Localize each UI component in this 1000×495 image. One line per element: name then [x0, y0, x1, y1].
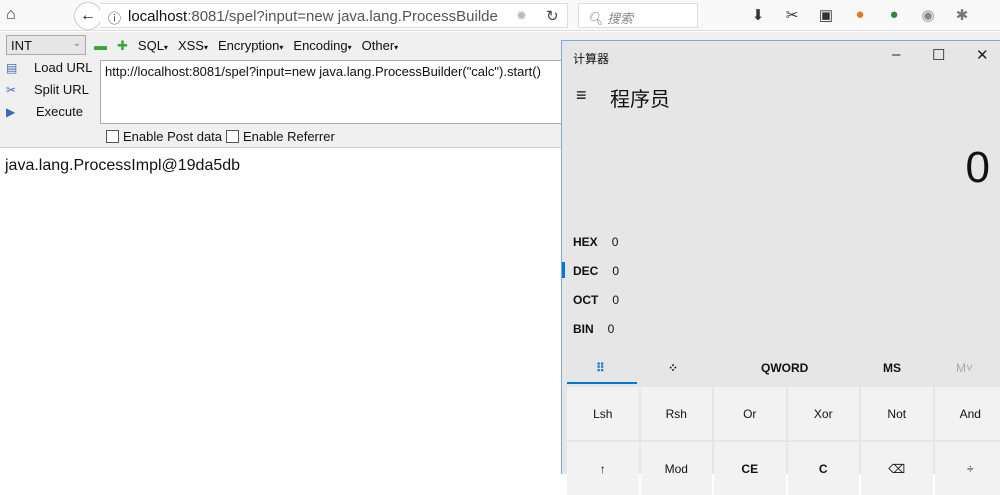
calc-key[interactable]: C: [788, 442, 860, 495]
enable-referrer-checkbox[interactable]: Enable Referrer: [226, 129, 335, 144]
close-button[interactable]: ✕: [976, 46, 989, 64]
radix-dec[interactable]: DEC0: [573, 264, 619, 278]
calculator-window: 计算器 – ☐ ✕ ≡ 程序员 0 HEX0 DEC0 OCT0 BIN0 ⠿ …: [561, 40, 1000, 474]
calc-key[interactable]: ↑: [567, 442, 639, 495]
calc-key[interactable]: ⌫: [861, 442, 933, 495]
keypad-tab-icon[interactable]: ⠿: [596, 361, 605, 375]
radix-hex[interactable]: HEX0: [573, 235, 618, 249]
load-url-button[interactable]: ▤Load URL: [6, 60, 96, 75]
sidebar-icon[interactable]: ▣: [816, 6, 836, 24]
calc-key[interactable]: Lsh: [567, 387, 639, 440]
menu-xss[interactable]: XSS: [178, 38, 208, 54]
calc-key[interactable]: Mod: [641, 442, 713, 495]
maximize-button[interactable]: ☐: [932, 46, 945, 64]
browser-toolbar: ⌂ ← ⓘ localhost:8081/spel?input=new java…: [0, 0, 1000, 31]
calc-key[interactable]: And: [935, 387, 1000, 440]
calc-key[interactable]: Xor: [788, 387, 860, 440]
hamburger-icon[interactable]: ≡: [576, 85, 587, 106]
mode-title: 程序员: [610, 83, 670, 112]
menu-encoding[interactable]: Encoding: [293, 38, 351, 54]
back-button[interactable]: ←: [74, 2, 102, 30]
memory-recall-button[interactable]: M˅: [956, 361, 973, 375]
url-textarea[interactable]: http://localhost:8081/spel?input=new jav…: [100, 60, 570, 124]
home-icon[interactable]: ⌂: [6, 6, 16, 24]
extension-orange-icon[interactable]: ●: [850, 6, 870, 24]
bit-toggle-tab-icon[interactable]: ⁘: [668, 361, 678, 375]
download-icon[interactable]: ⬇: [748, 6, 768, 24]
load-icon: ▤: [6, 61, 20, 75]
active-radix-indicator: [562, 262, 565, 278]
window-title: 计算器: [573, 50, 609, 67]
radix-oct[interactable]: OCT0: [573, 293, 619, 307]
calc-key[interactable]: Rsh: [641, 387, 713, 440]
scissors-icon: ✂: [6, 83, 20, 97]
response-text: java.lang.ProcessImpl@19da5db: [5, 157, 240, 175]
info-icon[interactable]: ⓘ: [108, 8, 121, 27]
address-bar[interactable]: ⓘ localhost:8081/spel?input=new java.lan…: [100, 3, 568, 28]
decrease-icon[interactable]: ▬: [94, 38, 107, 54]
word-size-button[interactable]: QWORD: [761, 361, 808, 375]
url-text: localhost:8081/spel?input=new java.lang.…: [128, 8, 498, 25]
play-icon: ▶: [6, 105, 20, 119]
display-value: 0: [966, 143, 990, 193]
menu-other[interactable]: Other: [362, 38, 399, 54]
minimize-button[interactable]: –: [892, 46, 900, 63]
radix-bin[interactable]: BIN0: [573, 322, 614, 336]
menu-sql[interactable]: SQL: [138, 38, 168, 54]
extension-bug-icon[interactable]: ✱: [952, 6, 972, 24]
calc-key[interactable]: ÷: [935, 442, 1000, 495]
memory-store-button[interactable]: MS: [883, 361, 901, 375]
calc-key[interactable]: Not: [861, 387, 933, 440]
search-input[interactable]: 🔍︎ 搜索: [578, 3, 698, 28]
encoding-select[interactable]: INT⌄: [6, 35, 86, 55]
menu-encryption[interactable]: Encryption: [218, 38, 283, 54]
bug-icon[interactable]: ✹: [516, 8, 527, 24]
reload-icon[interactable]: ↻: [546, 7, 559, 25]
calc-key[interactable]: Or: [714, 387, 786, 440]
calc-key[interactable]: CE: [714, 442, 786, 495]
split-url-button[interactable]: ✂Split URL: [6, 82, 96, 97]
enable-post-checkbox[interactable]: Enable Post data: [106, 129, 222, 144]
active-tab-indicator: [567, 382, 637, 384]
chevron-down-icon: ⌄: [73, 38, 81, 49]
increase-icon[interactable]: ✚: [117, 38, 128, 54]
screenshot-icon[interactable]: ✂: [782, 6, 802, 24]
menu-icon[interactable]: ≡: [996, 6, 1000, 24]
execute-button[interactable]: ▶Execute: [6, 104, 96, 119]
extension-green-icon[interactable]: ●: [884, 6, 904, 24]
extension-gray-icon[interactable]: ◉: [918, 6, 938, 24]
